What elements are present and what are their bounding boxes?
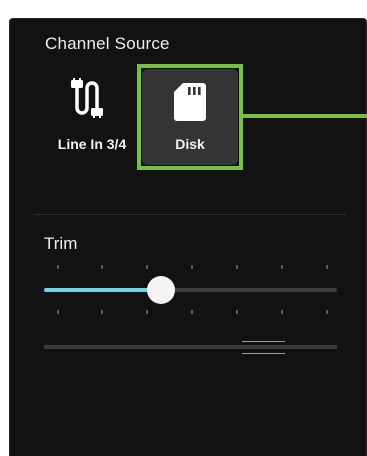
scale-tick [326, 310, 328, 314]
scale-tick [57, 265, 59, 269]
meter-marker [242, 341, 285, 342]
scale-tick [146, 265, 148, 269]
meter-marker [242, 353, 285, 354]
scale-tick [236, 265, 238, 269]
section-divider [35, 214, 346, 215]
source-option-label: Line In 3/4 [57, 136, 127, 152]
channel-source-title: Channel Source [45, 34, 170, 53]
scale-tick [191, 265, 193, 269]
trim-label: Trim [44, 234, 78, 253]
scale-tick [146, 310, 148, 314]
source-option-label: Disk [175, 136, 205, 152]
level-meter [44, 345, 337, 349]
scale-tick [101, 310, 103, 314]
scale-tick [236, 310, 238, 314]
scale-tick [281, 265, 283, 269]
source-option-disk[interactable]: Disk [142, 69, 238, 165]
callout-line [243, 114, 367, 118]
scale-tick [101, 265, 103, 269]
source-option-line-in[interactable]: Line In 3/4 [44, 72, 140, 164]
scale-tick [326, 265, 328, 269]
screenshot-root: Channel Source Line In 3/4 Disk Trim [0, 0, 367, 456]
scale-tick [191, 310, 193, 314]
cable-icon [71, 78, 103, 118]
sd-card-icon [174, 83, 206, 121]
scale-tick [57, 310, 59, 314]
trim-slider-thumb[interactable] [147, 276, 175, 304]
scale-tick [281, 310, 283, 314]
trim-slider-fill [44, 288, 161, 292]
trim-slider-track[interactable] [44, 288, 337, 292]
